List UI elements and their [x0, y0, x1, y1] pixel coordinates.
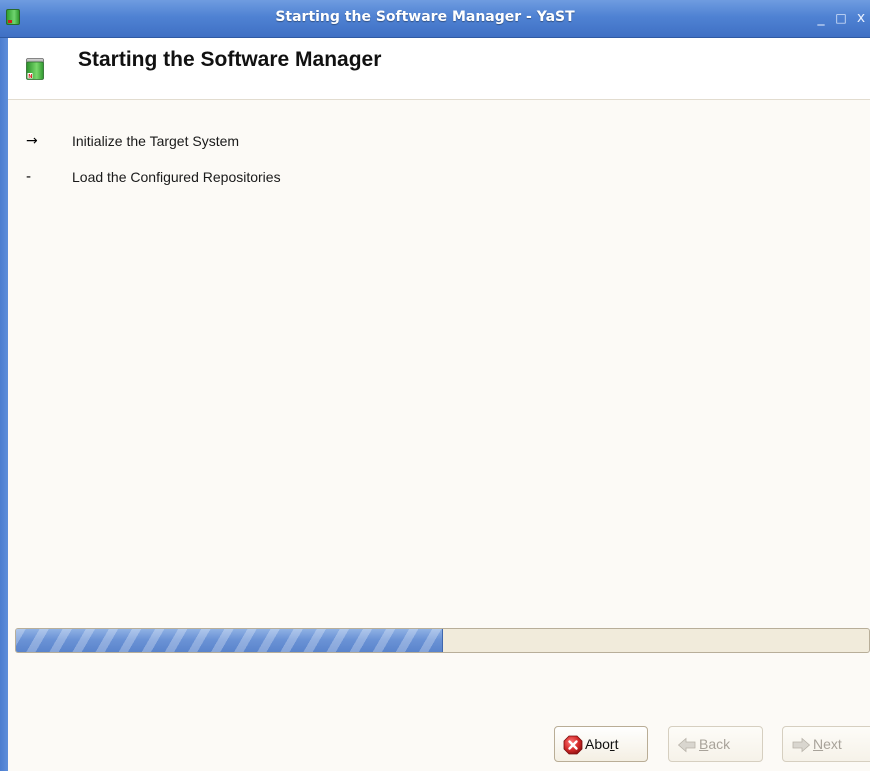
- window-controls: _ □ x: [812, 9, 870, 27]
- svg-text:N: N: [28, 74, 32, 80]
- abort-button[interactable]: Abort: [554, 726, 648, 762]
- back-arrow-icon: [677, 735, 697, 755]
- next-label: Next: [813, 736, 842, 752]
- step-item-load-repositories: - Load the Configured Repositories: [8, 166, 870, 188]
- next-button[interactable]: Next: [782, 726, 870, 762]
- close-button[interactable]: x: [854, 9, 868, 27]
- next-arrow-icon: [791, 735, 811, 755]
- window-frame-left: [0, 38, 8, 771]
- back-button[interactable]: Back: [668, 726, 763, 762]
- yast-window: Starting the Software Manager - YaST _ □…: [0, 0, 870, 771]
- step-label: Load the Configured Repositories: [72, 169, 281, 185]
- minimize-button[interactable]: _: [814, 9, 828, 27]
- dialog-header: N Starting the Software Manager: [8, 38, 870, 100]
- pending-step-dash-icon: -: [26, 169, 32, 185]
- title-bar[interactable]: Starting the Software Manager - YaST _ □…: [0, 0, 870, 38]
- step-item-initialize-target: → Initialize the Target System: [8, 130, 870, 152]
- page-title: Starting the Software Manager: [78, 48, 382, 71]
- back-label: Back: [699, 736, 731, 752]
- step-label: Initialize the Target System: [72, 133, 240, 149]
- abort-x-icon: [563, 735, 583, 755]
- software-manager-icon: N: [26, 58, 44, 80]
- progress-bar-fill: [16, 629, 443, 652]
- progress-bar: [15, 628, 870, 653]
- maximize-button[interactable]: □: [834, 9, 848, 27]
- window-title: Starting the Software Manager - YaST: [275, 9, 575, 25]
- abort-label: Abort: [585, 736, 619, 752]
- current-step-arrow-icon: →: [26, 133, 38, 149]
